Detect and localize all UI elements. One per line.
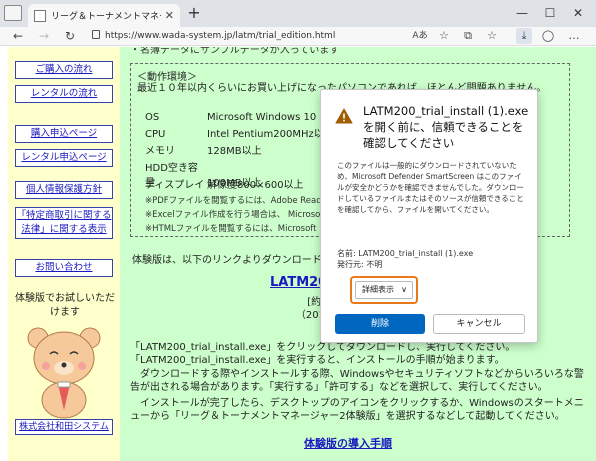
- lock-icon[interactable]: [92, 30, 100, 39]
- sample-data-note: ・名簿データにサンプルデータが入っています: [130, 47, 340, 56]
- spec-row-os: OS Microsoft Windows 10・: [145, 112, 327, 123]
- install-guide-link[interactable]: 体験版の導入手順: [304, 435, 392, 451]
- tab-title: リーグ＆トーナメントマネージャー 体験版: [51, 12, 161, 22]
- chevron-down-icon: ∨: [401, 285, 407, 294]
- favicon-icon: [34, 9, 46, 22]
- details-highlight: 詳細表示 ∨: [350, 276, 418, 304]
- browser-tab[interactable]: リーグ＆トーナメントマネージャー 体験版 ✕: [28, 4, 180, 27]
- file-publisher: 発行元: 不明: [337, 260, 383, 269]
- spec-note-pdf: ※PDFファイルを閲覧するには、Adobe Reader: [145, 196, 331, 206]
- delete-button[interactable]: 削除: [335, 314, 425, 334]
- collections-icon[interactable]: ⧉: [460, 28, 476, 44]
- forward-button[interactable]: →: [36, 28, 52, 44]
- refresh-button[interactable]: ↻: [62, 28, 78, 44]
- back-button[interactable]: ←: [10, 28, 26, 44]
- file-name: 名前: LATM200_trial_install (1).exe: [337, 249, 474, 258]
- instruction-paragraph-2: 「LATM200_trial_install.exe」を実行すると、インストール…: [130, 355, 505, 366]
- web-page: ご購入の流れ レンタルの流れ 購入申込ページ レンタル申込ページ 個人情報保護方…: [0, 47, 596, 461]
- instruction-paragraph-3: ダウンロードする際やインストールする際、Windowsやセキュリティソフトなどか…: [130, 369, 584, 393]
- sidebar-item-rental-form[interactable]: レンタル申込ページ: [15, 149, 113, 167]
- company-link[interactable]: 株式会社和田システム: [15, 419, 113, 435]
- cancel-button[interactable]: キャンセル: [433, 314, 525, 334]
- spec-note-html: ※HTMLファイルを閲覧するには、Microsoft: [145, 224, 317, 234]
- new-tab-button[interactable]: +: [186, 5, 202, 21]
- file-info: 名前: LATM200_trial_install (1).exe 発行元: 不…: [337, 248, 473, 270]
- favorite-star-icon[interactable]: ☆: [436, 28, 452, 44]
- spec-note-excel: ※Excelファイル作成を行う場合は、 Microso: [145, 210, 321, 220]
- dialog-body: このファイルは一般的にダウンロードされていないため、Microsoft Defe…: [337, 161, 524, 214]
- profile-icon[interactable]: ◯: [540, 28, 556, 44]
- mascot-caption: 体験版でお試しいただけます: [15, 293, 115, 318]
- mascot-bear-icon: [27, 327, 101, 419]
- maximize-button[interactable]: ☐: [540, 4, 560, 22]
- spec-title: ＜動作環境＞: [137, 72, 197, 83]
- read-aloud-icon[interactable]: Aあ: [412, 28, 428, 44]
- instruction-paragraph-4: インストールが完了したら、デスクトップのアイコンをクリックするか、Windows…: [130, 398, 584, 422]
- spec-row-memory: メモリ 128MB以上: [145, 146, 262, 157]
- sidebar-item-privacy[interactable]: 個人情報保護方針: [15, 181, 113, 199]
- navigation-bar: ← → ↻ https://www.wada-system.jp/latm/tr…: [0, 27, 596, 46]
- address-bar[interactable]: https://www.wada-system.jp/latm/trial_ed…: [92, 28, 392, 45]
- url-text: https://www.wada-system.jp/latm/trial_ed…: [105, 31, 336, 41]
- title-bar: リーグ＆トーナメントマネージャー 体験版 ✕ + — ☐ ✕: [0, 0, 596, 27]
- close-window-button[interactable]: ✕: [568, 4, 588, 22]
- sidebar-item-rental-flow[interactable]: レンタルの流れ: [15, 85, 113, 103]
- sidebar: ご購入の流れ レンタルの流れ 購入申込ページ レンタル申込ページ 個人情報保護方…: [8, 47, 120, 461]
- warning-icon: [335, 108, 353, 124]
- show-details-button[interactable]: 詳細表示 ∨: [355, 281, 413, 299]
- spec-row-display: ディスプレイ 解像度800×600以上: [145, 180, 304, 191]
- tab-actions-icon[interactable]: [4, 5, 22, 21]
- sidebar-item-commerce-law[interactable]: 「特定商取引に関する法律」に関する表示: [15, 207, 113, 239]
- download-icon[interactable]: ⤓: [516, 28, 532, 44]
- show-details-label: 詳細表示: [362, 285, 394, 294]
- spec-row-cpu: CPU Intel Pentium200MHz以上: [145, 129, 334, 140]
- download-intro: 体験版は、以下のリンクよりダウンロード: [132, 255, 322, 266]
- minimize-button[interactable]: —: [512, 4, 532, 22]
- sidebar-item-purchase-flow[interactable]: ご購入の流れ: [15, 61, 113, 79]
- download-warning-dialog: LATM200_trial_install (1).exe を開く前に、信頼でき…: [320, 89, 538, 343]
- dialog-title: LATM200_trial_install (1).exe を開く前に、信頼でき…: [363, 104, 529, 150]
- sidebar-item-contact[interactable]: お問い合わせ: [15, 259, 113, 277]
- tab-close-icon[interactable]: ✕: [165, 9, 174, 22]
- sidebar-item-purchase-form[interactable]: 購入申込ページ: [15, 125, 113, 143]
- settings-menu-icon[interactable]: …: [566, 28, 582, 44]
- favorites-list-icon[interactable]: ☆: [484, 28, 500, 44]
